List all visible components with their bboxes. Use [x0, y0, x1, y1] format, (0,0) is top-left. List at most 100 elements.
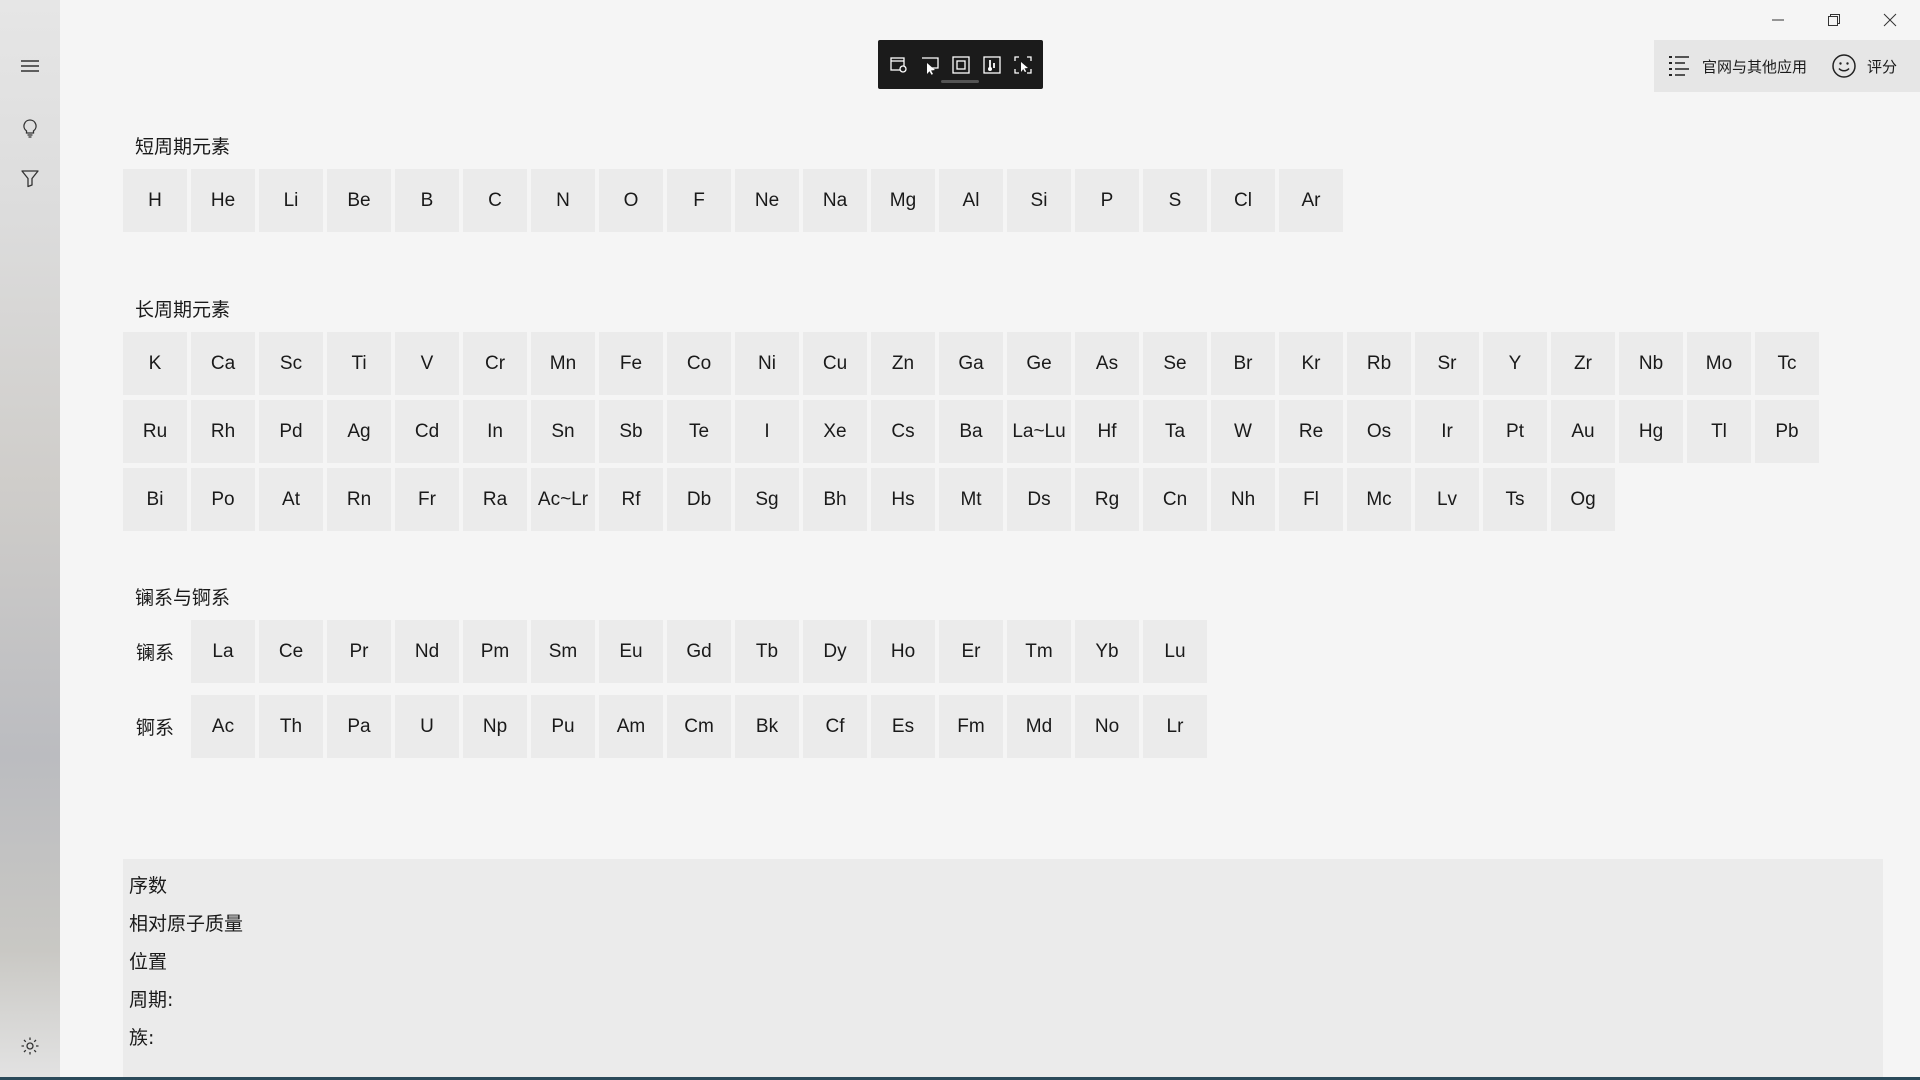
element-button[interactable]: Ts [1483, 468, 1547, 531]
element-button[interactable]: Ho [871, 620, 935, 683]
element-button[interactable]: Og [1551, 468, 1615, 531]
element-button[interactable]: Fm [939, 695, 1003, 758]
element-button[interactable]: Cr [463, 332, 527, 395]
element-button[interactable]: Rg [1075, 468, 1139, 531]
element-button[interactable]: As [1075, 332, 1139, 395]
element-button[interactable]: Pa [327, 695, 391, 758]
element-button[interactable]: Re [1279, 400, 1343, 463]
minimize-button[interactable] [1750, 0, 1806, 40]
element-button[interactable]: Fr [395, 468, 459, 531]
element-button[interactable]: Pr [327, 620, 391, 683]
element-button[interactable]: Es [871, 695, 935, 758]
element-button[interactable]: Li [259, 169, 323, 232]
element-button[interactable]: Nb [1619, 332, 1683, 395]
toolbar-button-expand[interactable] [1010, 52, 1035, 78]
element-button[interactable]: Bi [123, 468, 187, 531]
element-button[interactable]: At [259, 468, 323, 531]
element-button[interactable]: Be [327, 169, 391, 232]
element-button[interactable]: Th [259, 695, 323, 758]
element-button[interactable]: Hs [871, 468, 935, 531]
element-button[interactable]: Tm [1007, 620, 1071, 683]
element-button[interactable]: Ru [123, 400, 187, 463]
element-button[interactable]: Si [1007, 169, 1071, 232]
element-button[interactable]: Pt [1483, 400, 1547, 463]
element-button[interactable]: Nd [395, 620, 459, 683]
element-button[interactable]: Cu [803, 332, 867, 395]
element-button[interactable]: S [1143, 169, 1207, 232]
element-button[interactable]: Ce [259, 620, 323, 683]
element-button[interactable]: Ca [191, 332, 255, 395]
element-button[interactable]: Hg [1619, 400, 1683, 463]
tips-button[interactable] [0, 104, 60, 152]
element-button[interactable]: Te [667, 400, 731, 463]
element-button[interactable]: N [531, 169, 595, 232]
element-button[interactable]: Tc [1755, 332, 1819, 395]
element-button[interactable]: Mn [531, 332, 595, 395]
element-button[interactable]: In [463, 400, 527, 463]
element-button[interactable]: Nh [1211, 468, 1275, 531]
rate-button[interactable]: 评分 [1819, 40, 1909, 92]
element-button[interactable]: Cm [667, 695, 731, 758]
toolbar-button-thermometer[interactable] [979, 52, 1004, 78]
element-button[interactable]: F [667, 169, 731, 232]
element-button[interactable]: Mg [871, 169, 935, 232]
element-button[interactable]: V [395, 332, 459, 395]
element-button[interactable]: Co [667, 332, 731, 395]
element-button[interactable]: H [123, 169, 187, 232]
element-button[interactable]: W [1211, 400, 1275, 463]
element-button[interactable]: Ta [1143, 400, 1207, 463]
element-button[interactable]: Ge [1007, 332, 1071, 395]
element-button[interactable]: Y [1483, 332, 1547, 395]
element-button[interactable]: Os [1347, 400, 1411, 463]
element-button[interactable]: Lv [1415, 468, 1479, 531]
element-button[interactable]: Er [939, 620, 1003, 683]
element-button[interactable]: Hf [1075, 400, 1139, 463]
element-button[interactable]: Eu [599, 620, 663, 683]
element-button[interactable]: Ti [327, 332, 391, 395]
element-button[interactable]: Mt [939, 468, 1003, 531]
element-button[interactable]: Ne [735, 169, 799, 232]
element-button[interactable]: Ra [463, 468, 527, 531]
element-button[interactable]: Pm [463, 620, 527, 683]
toolbar-button-pointer[interactable] [917, 52, 942, 78]
element-button[interactable]: Ga [939, 332, 1003, 395]
element-button[interactable]: Tb [735, 620, 799, 683]
element-button[interactable]: Rn [327, 468, 391, 531]
element-button[interactable]: Rh [191, 400, 255, 463]
toolbar-drag-handle[interactable] [941, 80, 979, 83]
element-button[interactable]: Ac [191, 695, 255, 758]
element-button[interactable]: Ar [1279, 169, 1343, 232]
element-button[interactable]: Cf [803, 695, 867, 758]
element-button[interactable]: Rb [1347, 332, 1411, 395]
element-button[interactable]: K [123, 332, 187, 395]
element-button[interactable]: Ac~Lr [531, 468, 595, 531]
element-button[interactable]: Dy [803, 620, 867, 683]
element-button[interactable]: Cs [871, 400, 935, 463]
toolbar-button-frame[interactable] [948, 52, 973, 78]
element-button[interactable]: Sm [531, 620, 595, 683]
element-button[interactable]: Ds [1007, 468, 1071, 531]
element-button[interactable]: Sc [259, 332, 323, 395]
element-button[interactable]: Al [939, 169, 1003, 232]
toolbar-button-settings[interactable] [886, 52, 911, 78]
element-button[interactable]: Cd [395, 400, 459, 463]
element-button[interactable]: Bk [735, 695, 799, 758]
element-button[interactable]: Ba [939, 400, 1003, 463]
element-button[interactable]: Na [803, 169, 867, 232]
close-button[interactable] [1862, 0, 1918, 40]
element-button[interactable]: No [1075, 695, 1139, 758]
element-button[interactable]: Pb [1755, 400, 1819, 463]
element-button[interactable]: Lr [1143, 695, 1207, 758]
element-button[interactable]: U [395, 695, 459, 758]
element-button[interactable]: Po [191, 468, 255, 531]
element-button[interactable]: Mo [1687, 332, 1751, 395]
element-button[interactable]: Pu [531, 695, 595, 758]
element-button[interactable]: Zr [1551, 332, 1615, 395]
element-button[interactable]: O [599, 169, 663, 232]
element-button[interactable]: Br [1211, 332, 1275, 395]
element-button[interactable]: Np [463, 695, 527, 758]
element-button[interactable]: Gd [667, 620, 731, 683]
element-button[interactable]: He [191, 169, 255, 232]
menu-button[interactable] [0, 42, 60, 90]
element-button[interactable]: Fe [599, 332, 663, 395]
